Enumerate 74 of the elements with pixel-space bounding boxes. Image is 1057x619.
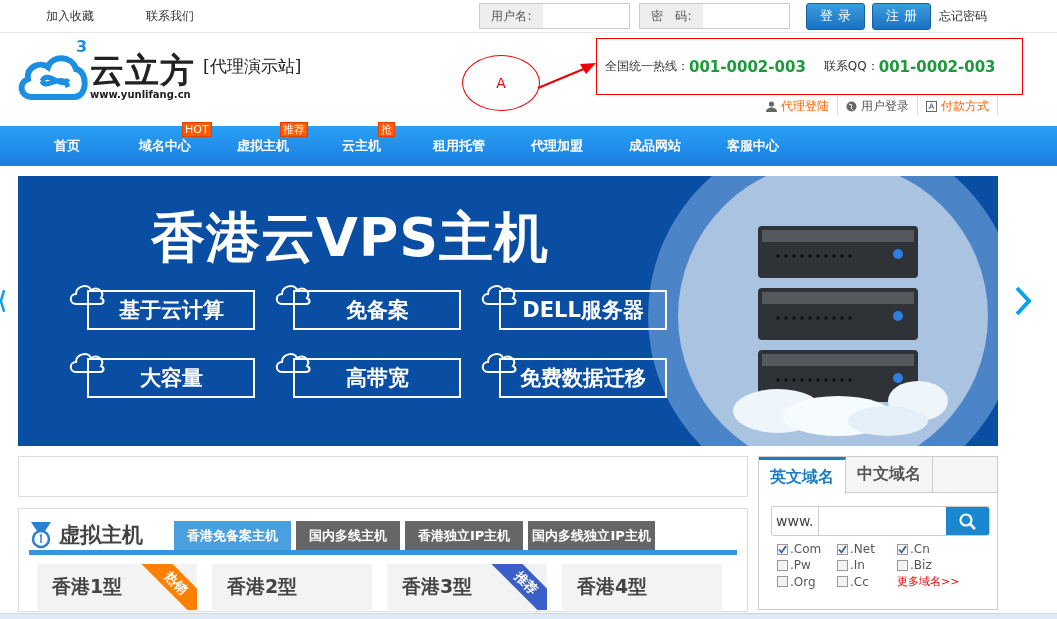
feature-label: 免备案	[293, 290, 461, 330]
plan-card[interactable]: 香港1型 热销	[37, 564, 197, 610]
search-button[interactable]	[946, 507, 989, 535]
plan-card[interactable]: 香港2型	[212, 564, 372, 610]
hosting-tab[interactable]: 国内多线主机	[296, 521, 400, 550]
domain-search-field[interactable]: www.	[771, 506, 990, 536]
feature-label: DELL服务器	[499, 290, 667, 330]
tick-icon	[838, 544, 847, 554]
tick-icon	[778, 544, 787, 554]
nav-link[interactable]: 首页	[54, 126, 80, 166]
forgot-password-link[interactable]: 忘记密码	[939, 7, 987, 25]
tld-label: .Cc	[850, 574, 869, 589]
globe-icon	[846, 100, 857, 112]
checkbox[interactable]	[837, 559, 848, 571]
tld-label: .Biz	[910, 558, 932, 572]
plan-name: 香港2型	[227, 575, 298, 597]
checkbox[interactable]	[897, 559, 908, 571]
logo-text: 云立方	[90, 50, 195, 89]
checkbox[interactable]	[777, 559, 788, 571]
feature-label: 基于云计算	[87, 290, 255, 330]
search-icon	[959, 512, 976, 530]
feature-label: 免费数据迁移	[499, 358, 667, 398]
feature-label: 高带宽	[293, 358, 461, 398]
checkbox[interactable]	[837, 543, 848, 555]
tld-label: .Net	[850, 542, 875, 556]
tick-icon	[898, 544, 907, 554]
logo-url: www.yunlifang.cn	[90, 88, 192, 100]
letter-box-icon	[926, 100, 937, 112]
qq-number: 001-0002-003	[878, 57, 996, 76]
nav-badge: 抢	[378, 122, 395, 137]
nav-link[interactable]: 云主机	[341, 126, 381, 166]
nav-badge: 推荐	[280, 122, 308, 137]
banner-title: 香港云VPS主机	[151, 206, 550, 270]
tld-label: .Pw	[790, 558, 811, 572]
plan-card[interactable]: 香港3型 推荐	[387, 564, 547, 610]
section-title: 虚拟主机	[59, 522, 143, 549]
nav-link[interactable]: 客服中心	[727, 126, 779, 166]
register-button[interactable]: 注 册	[872, 2, 931, 30]
plan-card[interactable]: 香港4型	[562, 564, 722, 610]
checkbox[interactable]	[897, 543, 908, 555]
tld-label: .Cn	[910, 542, 930, 556]
checkbox[interactable]	[837, 576, 848, 587]
quick-link[interactable]: 用户登录	[838, 96, 918, 116]
plan-name: 香港3型	[402, 575, 473, 597]
username-field[interactable]: 用户名:	[479, 3, 630, 29]
nav-link[interactable]: 代理加盟	[531, 126, 583, 166]
login-button[interactable]: 登 录	[806, 2, 865, 30]
nav-link[interactable]: 成品网站	[629, 126, 681, 166]
tld-label: .Org	[790, 574, 816, 589]
hotline-label: 全国统一热线：	[605, 58, 689, 75]
top-link[interactable]: 联系我们	[146, 7, 194, 25]
hotline-number: 001-0002-003	[689, 57, 806, 76]
plan-name: 香港1型	[52, 575, 123, 597]
domain-tab[interactable]: 英文域名	[759, 457, 846, 494]
tld-label: .In	[850, 558, 865, 572]
medal-icon	[29, 521, 53, 549]
top-link[interactable]: 加入收藏	[46, 7, 94, 25]
logo-superscript: 3	[76, 36, 88, 56]
tld-label: .Com	[790, 542, 822, 556]
quick-link[interactable]: 付款方式	[918, 96, 998, 116]
feature-label: 大容量	[87, 358, 255, 398]
hosting-tab[interactable]: 香港独立IP主机	[405, 521, 524, 550]
site-tag: [代理演示站]	[203, 55, 302, 78]
checkbox[interactable]	[777, 576, 788, 587]
checkbox[interactable]	[777, 543, 788, 555]
hosting-tab[interactable]: 国内多线独立IP主机	[528, 521, 655, 550]
nav-badge: HOT	[182, 122, 212, 137]
qq-label: 联系QQ：	[823, 58, 879, 75]
nav-link[interactable]: 租用托管	[433, 126, 485, 166]
plan-name: 香港4型	[577, 575, 648, 597]
quick-link[interactable]: 代理登陆	[758, 96, 838, 116]
more-domains-link[interactable]: 更多域名>>	[897, 574, 957, 589]
password-field[interactable]: 密 码:	[639, 3, 790, 29]
person-icon	[766, 100, 777, 112]
